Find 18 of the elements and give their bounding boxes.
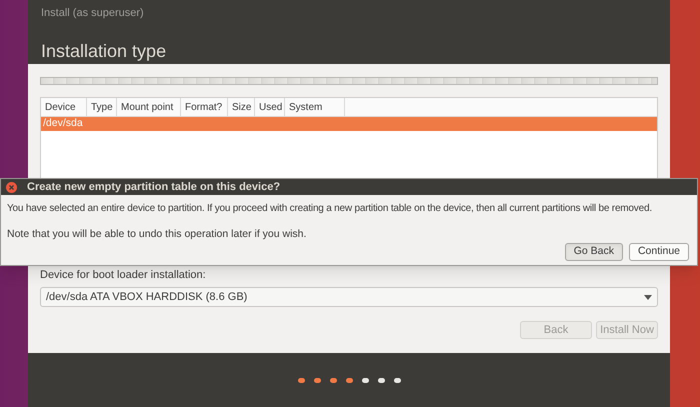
boot-loader-label: Device for boot loader installation: [40, 268, 206, 282]
column-header[interactable]: Type [87, 98, 117, 116]
dialog-title: Create new empty partition table on this device? [27, 180, 280, 195]
column-header[interactable]: Size [228, 98, 255, 116]
boot-loader-dropdown[interactable]: /dev/sda ATA VBOX HARDDISK (8.6 GB) [40, 287, 658, 307]
dialog-button[interactable]: Go Back [564, 242, 623, 261]
dropdown-caret-icon [644, 294, 652, 300]
window-title: Install (as superuser) [41, 6, 144, 21]
close-icon[interactable] [6, 182, 17, 192]
column-header[interactable]: Mount point [117, 98, 181, 116]
dialog-button[interactable]: Continue [628, 242, 689, 261]
page-title: Installation type [41, 40, 166, 63]
column-header[interactable]: Device [41, 98, 87, 116]
dialog-message: You have selected an entire device to partition. If you proceed with creating a new partition table on the device, then all current partitions will be removed. [7, 202, 652, 216]
column-header[interactable]: Format? [181, 98, 228, 116]
dialog-note: Note that you will be able to undo this operation later if you wish. [7, 227, 306, 242]
column-header[interactable]: System [285, 98, 345, 116]
column-header[interactable]: Used [255, 98, 285, 116]
